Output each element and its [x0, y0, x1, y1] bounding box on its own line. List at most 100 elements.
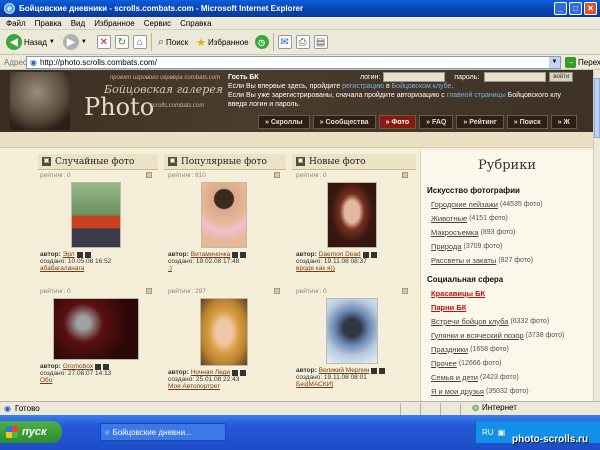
photo-thumbnail[interactable]	[201, 182, 247, 248]
registration-link[interactable]: регистрацию	[342, 83, 384, 90]
login-input[interactable]	[383, 72, 446, 82]
print-icon[interactable]: ⎙	[295, 35, 310, 49]
taskbar-ie-window[interactable]: e Бойцовские дневни...	[100, 423, 226, 441]
created-date: создано: 10.05.08 16:52	[40, 258, 112, 265]
profile-icon[interactable]	[370, 251, 377, 258]
info-icon[interactable]	[232, 251, 239, 258]
rubric-link[interactable]: Встречи бойцов клуба	[431, 317, 508, 326]
photo-title-link[interactable]: Без[МАСКИ]	[296, 381, 408, 388]
info-icon[interactable]	[231, 369, 238, 376]
club-link[interactable]: Бойцовском клубе	[392, 83, 452, 90]
nav-rating[interactable]: » Рейтинг	[456, 115, 504, 129]
rubric-link[interactable]: Праздники	[431, 345, 468, 354]
profile-icon[interactable]	[103, 363, 110, 370]
network-icon[interactable]: ▣	[498, 428, 506, 437]
menu-view[interactable]: Вид	[71, 19, 85, 28]
login-button[interactable]: войти	[549, 72, 574, 82]
photo-title-link[interactable]: вроде как я))	[296, 265, 408, 272]
minimize-button[interactable]: _	[554, 2, 567, 15]
edit-icon[interactable]: ▤	[313, 35, 328, 49]
select-checkbox[interactable]	[402, 288, 408, 294]
search-button[interactable]: ⌕ Поиск	[156, 32, 190, 52]
select-checkbox[interactable]	[402, 172, 408, 178]
photo-thumbnail[interactable]	[200, 298, 248, 366]
photo-title-link[interactable]: :)	[168, 265, 280, 272]
rubric-link[interactable]: Прочее	[431, 359, 457, 368]
close-button[interactable]: ✕	[584, 2, 597, 15]
rubric-link[interactable]: Я и мои друзья	[431, 387, 484, 396]
stop-icon[interactable]: ✕	[96, 35, 111, 49]
rating-row: рейтинг: 0	[296, 288, 408, 296]
photo-title-link[interactable]: Обо	[40, 377, 152, 384]
photo-title-link[interactable]: Моя Автопортрет	[168, 383, 280, 390]
info-icon[interactable]	[95, 363, 102, 370]
back-label: Назад	[24, 37, 47, 47]
language-indicator[interactable]: RU	[482, 428, 494, 437]
vertical-scrollbar[interactable]	[593, 70, 600, 401]
menu-favorites[interactable]: Избранное	[94, 19, 135, 28]
forward-button[interactable]: ▶ ▼	[61, 32, 89, 52]
photo-thumbnail[interactable]	[53, 298, 139, 360]
main-page-link[interactable]: главной страницы	[447, 92, 506, 99]
menu-file[interactable]: Файл	[6, 19, 26, 28]
rubric-link[interactable]: Городские пейзажи	[431, 200, 498, 209]
select-checkbox[interactable]	[146, 172, 152, 178]
nav-scrolls[interactable]: » Скроллы	[258, 115, 310, 129]
go-button[interactable]: → Переход	[565, 56, 600, 68]
back-dropdown-icon[interactable]: ▼	[49, 39, 55, 45]
info-icon[interactable]	[362, 251, 369, 258]
rubric-link[interactable]: Семья и дети	[431, 373, 478, 382]
rubric-link[interactable]: Красавицы БК	[431, 289, 485, 298]
home-icon[interactable]: ⌂	[132, 35, 147, 49]
author-link[interactable]: Великий Мерлин	[319, 367, 370, 374]
select-checkbox[interactable]	[274, 172, 280, 178]
author-link[interactable]: Эрл	[63, 251, 75, 258]
favorites-button[interactable]: ★ Избранное	[194, 32, 250, 52]
info-icon[interactable]	[76, 251, 83, 258]
select-checkbox[interactable]	[274, 288, 280, 294]
photo-thumbnail[interactable]	[327, 182, 377, 248]
password-input[interactable]	[484, 72, 547, 82]
nav-faq[interactable]: » FAQ	[419, 115, 454, 129]
address-dropdown-icon[interactable]: ▼	[549, 56, 560, 68]
scrollbar-thumb[interactable]	[594, 78, 600, 138]
author-link[interactable]: Ночная Леди	[191, 369, 230, 376]
start-button[interactable]: пуск	[0, 421, 62, 443]
menu-tools[interactable]: Сервис	[144, 19, 171, 28]
select-checkbox[interactable]	[146, 288, 152, 294]
rubric-link[interactable]: Гулянки и всяческий позор	[431, 331, 524, 340]
profile-icon[interactable]	[84, 251, 91, 258]
favorites-label: Избранное	[208, 37, 249, 47]
photo-thumbnail[interactable]	[326, 298, 378, 364]
profile-icon[interactable]	[379, 367, 386, 374]
mail-icon[interactable]: ✉	[277, 35, 292, 49]
maximize-button[interactable]: □	[569, 2, 582, 15]
nav-more[interactable]: » Ж	[550, 115, 577, 129]
rubric-link[interactable]: Рассветы и закаты	[431, 256, 496, 265]
rubric-link[interactable]: Макросъемка	[431, 228, 479, 237]
menu-help[interactable]: Справка	[180, 19, 211, 28]
address-input[interactable]: ◉ http://photo.scrolls.combats.com/ ▼	[26, 55, 561, 69]
photo-thumbnail[interactable]	[71, 182, 121, 248]
forward-dropdown-icon[interactable]: ▼	[81, 39, 87, 45]
back-button[interactable]: ◀ Назад ▼	[4, 32, 57, 52]
history-icon[interactable]: ◷	[254, 35, 269, 49]
nav-search[interactable]: » Поиск	[506, 115, 548, 129]
address-bar: Адрес ◉ http://photo.scrolls.combats.com…	[0, 55, 600, 70]
rubric-link[interactable]: Животные	[431, 214, 467, 223]
author-link[interactable]: Gromobox	[63, 363, 93, 370]
author-link[interactable]: Daemon Dead	[319, 251, 361, 258]
photo-title-link[interactable]: абабагаланага	[40, 265, 152, 272]
rubric-link[interactable]: Природа	[431, 242, 461, 251]
nav-photo[interactable]: » Фото	[378, 115, 417, 129]
logo-photo[interactable]: Photo	[84, 93, 154, 121]
refresh-icon[interactable]: ↻	[114, 35, 129, 49]
menu-edit[interactable]: Правка	[35, 19, 62, 28]
author-link[interactable]: Витаминочка	[191, 251, 231, 258]
rubric-link[interactable]: Парни БК	[431, 303, 466, 312]
nav-communities[interactable]: » Сообщества	[312, 115, 376, 129]
profile-icon[interactable]	[239, 369, 246, 376]
window-titlebar[interactable]: e Бойцовские дневники - scrolls.combats.…	[0, 0, 600, 17]
profile-icon[interactable]	[240, 251, 247, 258]
info-icon[interactable]	[371, 367, 378, 374]
